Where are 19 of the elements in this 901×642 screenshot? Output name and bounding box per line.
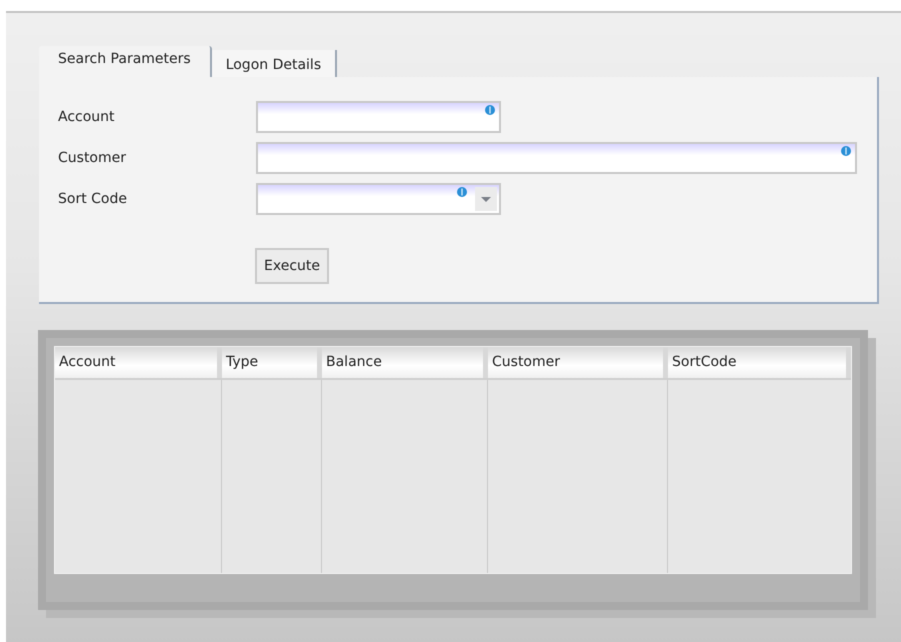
info-icon — [841, 146, 851, 156]
tab[interactable]: Search Parameters — [39, 46, 212, 77]
column-header[interactable]: Balance — [322, 352, 382, 373]
info-icon — [457, 187, 467, 197]
execute-button[interactable]: Execute — [255, 248, 329, 284]
input-field[interactable] — [256, 142, 857, 174]
column-header[interactable]: SortCode — [668, 352, 737, 373]
caret-icon — [481, 196, 491, 202]
tab[interactable]: Logon Details — [212, 50, 338, 77]
column-header[interactable]: Type — [222, 352, 258, 373]
field-label: Customer — [58, 148, 128, 168]
info-icon — [485, 105, 495, 115]
column-header[interactable]: Account — [55, 352, 116, 373]
column-header[interactable]: Customer — [488, 352, 560, 373]
field-label: Account — [58, 108, 116, 126]
input-field[interactable] — [256, 101, 501, 133]
field-label: Sort Code — [58, 190, 128, 208]
combo-box[interactable] — [256, 183, 501, 215]
dropdown-button[interactable] — [475, 187, 497, 211]
